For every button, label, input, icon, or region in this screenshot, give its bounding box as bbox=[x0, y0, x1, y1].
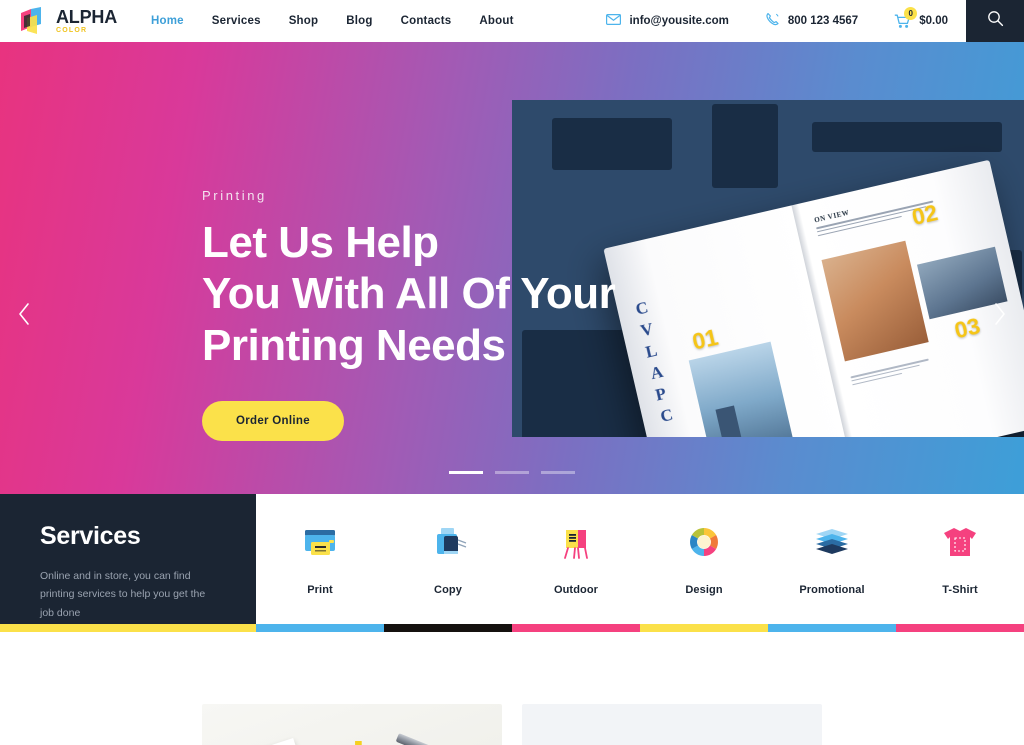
phone-contact[interactable]: 800 123 4567 bbox=[747, 12, 876, 30]
hero-heading-line-3: Printing Needs bbox=[202, 320, 506, 370]
slider-dot-3[interactable] bbox=[541, 471, 575, 474]
site-logo[interactable]: ALPHA COLOR bbox=[18, 6, 117, 36]
preview-card-right[interactable]: Promotional bbox=[522, 704, 822, 745]
cart-total: $0.00 bbox=[919, 15, 948, 27]
envelope-icon bbox=[606, 14, 622, 28]
nav-item-contacts[interactable]: Contacts bbox=[387, 15, 466, 27]
a-frame-sign-icon bbox=[552, 518, 600, 566]
phone-icon bbox=[765, 12, 780, 30]
email-contact[interactable]: info@yousite.com bbox=[588, 14, 746, 28]
nav-item-home[interactable]: Home bbox=[137, 15, 198, 27]
email-text: info@yousite.com bbox=[629, 15, 729, 27]
printer-icon bbox=[296, 518, 344, 566]
preview-card-left[interactable]: Let bbox=[202, 704, 502, 745]
next-section-preview: Let Promotional bbox=[0, 632, 1024, 745]
slider-prev-button[interactable] bbox=[2, 294, 46, 338]
cmyk-color-stripe bbox=[0, 624, 1024, 632]
stripe-segment-6 bbox=[768, 624, 896, 632]
services-grid: Print Copy Outdoor Design Promotional T-… bbox=[256, 494, 1024, 624]
hero-eyebrow: Printing bbox=[202, 188, 267, 203]
nav-item-services[interactable]: Services bbox=[198, 15, 275, 27]
service-label: Copy bbox=[434, 584, 462, 596]
stripe-segment-4 bbox=[512, 624, 640, 632]
copier-icon bbox=[424, 518, 472, 566]
paper-stack-icon bbox=[808, 518, 856, 566]
hero-content: Printing Let Us Help You With All Of You… bbox=[0, 42, 1024, 494]
services-title: Services bbox=[40, 522, 141, 550]
hero-slider: C V L A P C 01 ON VIEW 02 03 Printing Le… bbox=[0, 42, 1024, 494]
services-description: Online and in store, you can find printi… bbox=[40, 570, 206, 619]
services-intro-panel: Services Online and in store, you can fi… bbox=[0, 494, 256, 624]
hero-heading-line-2: You With All Of Your bbox=[202, 269, 616, 319]
service-label: Design bbox=[685, 584, 723, 596]
service-item-promotional[interactable]: Promotional bbox=[768, 518, 896, 596]
top-bar-right: info@yousite.com 800 123 4567 0 $0.00 bbox=[588, 0, 1024, 42]
hero-heading: Let Us Help You With All Of Your Printin… bbox=[202, 217, 722, 371]
service-item-tshirt[interactable]: T-Shirt bbox=[896, 518, 1024, 596]
stripe-segment-1 bbox=[0, 624, 256, 632]
slider-next-button[interactable] bbox=[978, 294, 1022, 338]
service-item-design[interactable]: Design bbox=[640, 518, 768, 596]
cart-count-badge: 0 bbox=[904, 6, 918, 20]
slider-dot-2[interactable] bbox=[495, 471, 529, 474]
shopping-cart-icon: 0 bbox=[894, 6, 918, 29]
services-section: Services Online and in store, you can fi… bbox=[0, 494, 1024, 624]
service-item-print[interactable]: Print bbox=[256, 518, 384, 596]
slider-pagination bbox=[0, 471, 1024, 474]
color-wheel-icon bbox=[680, 518, 728, 566]
search-button[interactable] bbox=[966, 0, 1024, 42]
service-label: Print bbox=[307, 584, 333, 596]
hero-heading-line-1: Let Us Help bbox=[202, 218, 439, 267]
logo-name: ALPHA bbox=[56, 7, 117, 27]
service-item-outdoor[interactable]: Outdoor bbox=[512, 518, 640, 596]
service-label: T-Shirt bbox=[942, 584, 978, 596]
tshirt-icon bbox=[936, 518, 984, 566]
stripe-segment-5 bbox=[640, 624, 768, 632]
logo-tagline: COLOR bbox=[56, 27, 88, 34]
service-item-copy[interactable]: Copy bbox=[384, 518, 512, 596]
search-icon bbox=[987, 10, 1004, 32]
nav-item-shop[interactable]: Shop bbox=[275, 15, 333, 27]
top-bar: ALPHA COLOR Home Services Shop Blog Cont… bbox=[0, 0, 1024, 42]
phone-text: 800 123 4567 bbox=[787, 15, 859, 27]
chevron-right-icon bbox=[993, 302, 1007, 331]
cart-widget[interactable]: 0 $0.00 bbox=[876, 6, 966, 29]
business-card-sample bbox=[224, 738, 308, 745]
stripe-segment-7 bbox=[896, 624, 1024, 632]
nav-item-blog[interactable]: Blog bbox=[332, 15, 386, 27]
slider-dot-1[interactable] bbox=[449, 471, 483, 474]
chevron-left-icon bbox=[17, 302, 31, 331]
stripe-segment-2 bbox=[256, 624, 384, 632]
main-navigation: Home Services Shop Blog Contacts About bbox=[137, 15, 528, 27]
nav-item-about[interactable]: About bbox=[465, 15, 527, 27]
service-label: Outdoor bbox=[553, 584, 599, 596]
service-label: Promotional bbox=[799, 584, 865, 596]
order-online-button[interactable]: Order Online bbox=[202, 401, 344, 442]
stripe-segment-3 bbox=[384, 624, 512, 632]
alpha-color-logo-icon bbox=[18, 6, 52, 36]
